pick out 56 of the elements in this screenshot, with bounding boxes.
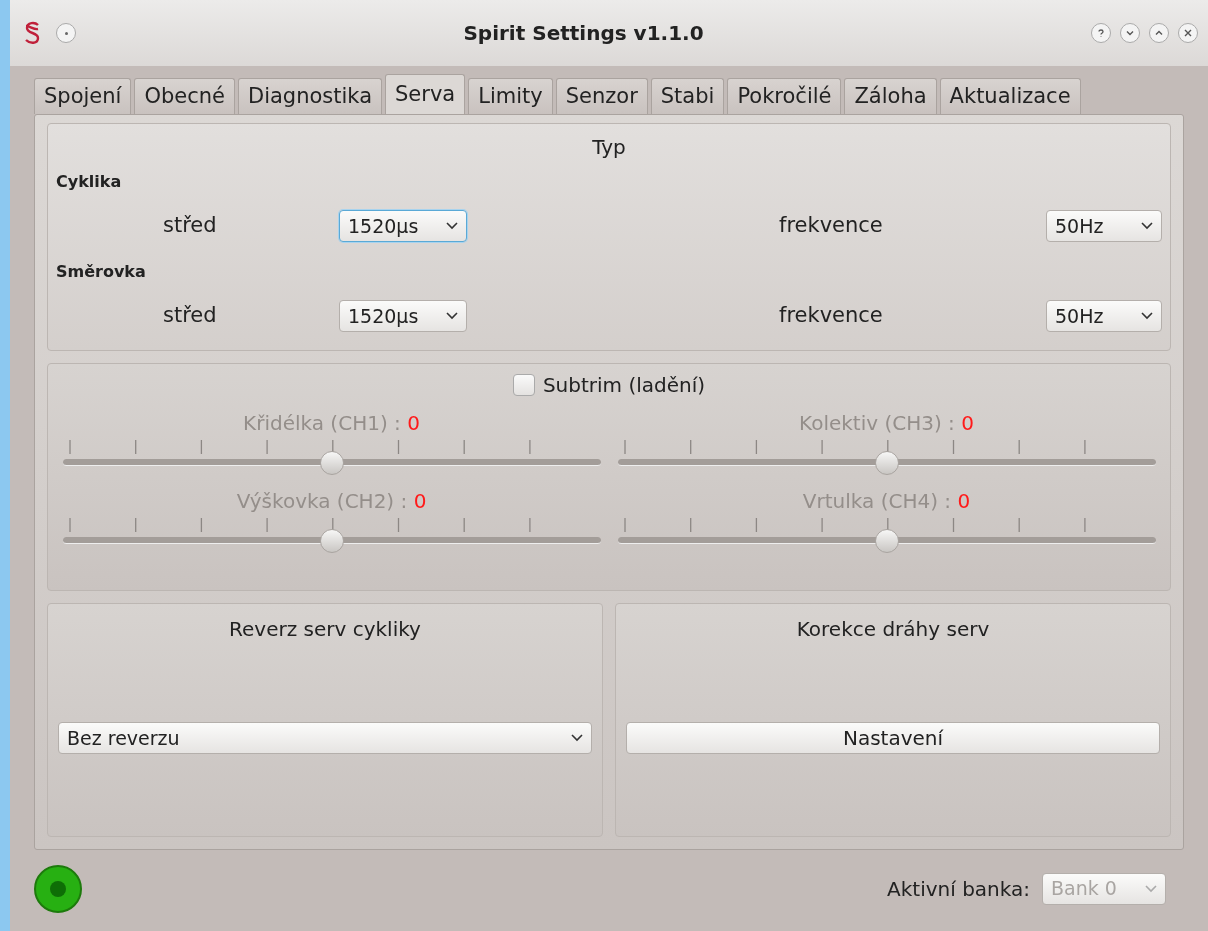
help-button[interactable] <box>1091 23 1111 43</box>
slider-label: Křidélka (CH1) : <box>243 411 401 435</box>
slider-thumb[interactable] <box>319 529 344 553</box>
window-title: Spirit Settings v1.1.0 <box>462 20 705 47</box>
tab[interactable]: Pokročilé <box>727 78 842 114</box>
panel-title: Reverz serv cykliky <box>228 616 422 643</box>
settings-button[interactable]: Nastavení <box>626 722 1160 754</box>
chevron-up-icon <box>1154 28 1164 38</box>
caret-icon <box>1141 312 1153 320</box>
dropdown[interactable]: 1520μs <box>339 300 467 332</box>
field-label: střed <box>163 302 218 330</box>
slider-value: 0 <box>957 489 971 513</box>
slider-value: 0 <box>413 489 427 513</box>
slider-label: Výškovka (CH2) : <box>236 489 408 513</box>
dropdown[interactable]: 50Hz <box>1046 210 1162 242</box>
caret-icon <box>1145 884 1157 893</box>
dropdown[interactable]: 50Hz <box>1046 300 1162 332</box>
group-label: Cyklika <box>56 171 123 193</box>
slider-thumb[interactable] <box>874 451 899 475</box>
field-label: frekvence <box>779 302 884 330</box>
close-icon <box>1183 28 1193 38</box>
field-label: frekvence <box>779 212 884 240</box>
slider-value: 0 <box>961 411 974 435</box>
slider-thumb[interactable] <box>874 529 899 553</box>
field-label: střed <box>163 212 218 240</box>
dropdown[interactable]: 1520μs <box>339 210 467 242</box>
tab[interactable]: Záloha <box>844 78 937 114</box>
tab[interactable]: Diagnostika <box>238 78 382 114</box>
bank-label: Aktivní banka: <box>887 875 1030 903</box>
tab[interactable]: Limity <box>468 78 553 114</box>
chevron-down-icon <box>1125 28 1135 38</box>
panel-title: Korekce dráhy serv <box>795 616 991 643</box>
tab[interactable]: Spojení <box>34 78 132 114</box>
tab[interactable]: Obecné <box>134 78 235 114</box>
tab[interactable]: Stabi <box>650 78 725 114</box>
pin-button[interactable] <box>56 23 76 43</box>
question-icon <box>1096 28 1106 38</box>
close-button[interactable] <box>1178 23 1198 43</box>
maximize-button[interactable] <box>1149 23 1169 43</box>
group-label: Směrovka <box>56 261 147 283</box>
caret-icon <box>1141 222 1153 230</box>
slider-label: Kolektiv (CH3) : <box>799 411 955 435</box>
checkbox[interactable] <box>512 374 535 396</box>
caret-icon <box>571 734 583 742</box>
caret-icon <box>446 222 458 230</box>
minimize-button[interactable] <box>1120 23 1140 43</box>
caret-icon <box>446 312 458 320</box>
dropdown[interactable]: Bez reverzu <box>58 722 592 754</box>
tab[interactable]: Aktualizace <box>939 78 1081 114</box>
tab[interactable]: Serva <box>385 74 466 114</box>
slider-label: Vrtulka (CH4) : <box>802 489 952 513</box>
slider-value: 0 <box>407 411 420 435</box>
panel-title: Typ <box>591 134 627 161</box>
tab[interactable]: Senzor <box>555 78 648 114</box>
slider-thumb[interactable] <box>319 451 344 475</box>
checkbox-label: Subtrim (ladění) <box>542 372 706 399</box>
